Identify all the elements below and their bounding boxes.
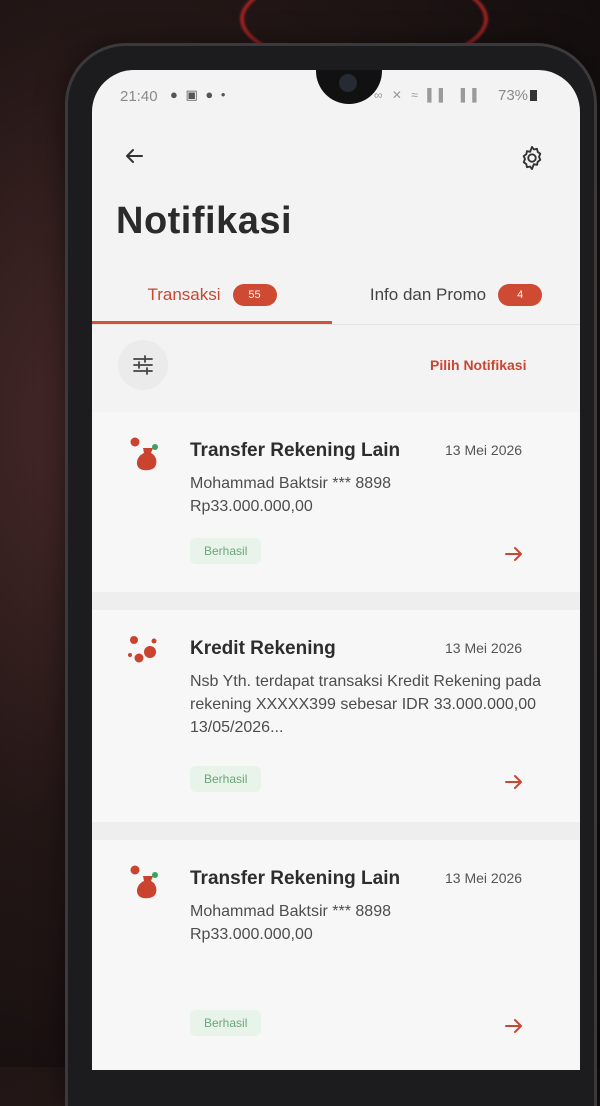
battery-percent: 73% bbox=[498, 87, 529, 104]
coins-icon bbox=[128, 636, 157, 663]
notification-date: 13 Mei 2026 bbox=[445, 442, 523, 458]
notification-title: Transfer Rekening Lain bbox=[190, 440, 401, 461]
notification-body: Mohammad Baktsir *** 8898 Rp33.000.000,0… bbox=[190, 475, 391, 515]
arrow-right-icon[interactable] bbox=[502, 1014, 526, 1038]
filter-button[interactable] bbox=[118, 340, 168, 390]
notification-card[interactable]: Transfer Rekening Lain 13 Mei 2026 Moham… bbox=[92, 412, 580, 592]
notification-title: Kredit Rekening bbox=[190, 638, 336, 659]
notification-date: 13 Mei 2026 bbox=[445, 640, 523, 656]
filter-sliders-icon bbox=[133, 355, 153, 375]
notification-card[interactable]: Kredit Rekening 13 Mei 2026 Nsb Yth. ter… bbox=[92, 610, 580, 822]
battery-icon bbox=[530, 90, 538, 101]
tab-label: Info dan Promo bbox=[369, 285, 487, 304]
notification-body: Mohammad Baktsir *** 8898 Rp33.000.000,0… bbox=[190, 903, 391, 943]
card-divider bbox=[92, 822, 580, 840]
money-bag-icon bbox=[130, 437, 158, 471]
notification-title: Transfer Rekening Lain bbox=[190, 868, 401, 889]
arrow-right-icon[interactable] bbox=[502, 770, 526, 794]
status-badge: Berhasil bbox=[190, 766, 262, 792]
page-title: Notifikasi bbox=[116, 200, 293, 242]
status-time: 21:40 bbox=[120, 88, 158, 105]
gear-icon[interactable] bbox=[518, 144, 546, 172]
notification-body: Nsb Yth. terdapat transaksi Kredit Reken… bbox=[190, 673, 542, 736]
select-notifications-link[interactable]: Pilih Notifikasi bbox=[430, 357, 526, 373]
status-badge: Berhasil bbox=[190, 538, 262, 564]
money-bag-icon bbox=[130, 865, 158, 899]
tab-transaksi[interactable]: Transaksi 55 bbox=[92, 268, 332, 324]
notification-date: 13 Mei 2026 bbox=[445, 870, 523, 886]
back-arrow-icon[interactable] bbox=[122, 144, 146, 168]
tab-info-dan-promo[interactable]: Info dan Promo 4 bbox=[332, 268, 580, 322]
notification-tabs: Transaksi 55 Info dan Promo 4 bbox=[92, 268, 580, 325]
battery-level: 73% bbox=[498, 87, 538, 104]
app-screen: 21:40 ● ▣ ● • ∞ ✕ ≈ ▌▌ ▐▐ 73% Notifikasi… bbox=[92, 70, 580, 1070]
connectivity-icons: ∞ ✕ ≈ ▌▌ ▐▐ bbox=[374, 88, 480, 102]
arrow-right-icon[interactable] bbox=[502, 542, 526, 566]
status-bar: 21:40 ● ▣ ● • ∞ ✕ ≈ ▌▌ ▐▐ 73% bbox=[92, 70, 580, 126]
card-divider bbox=[92, 592, 580, 610]
notification-card[interactable]: Transfer Rekening Lain 13 Mei 2026 Moham… bbox=[92, 840, 580, 1070]
status-badge: Berhasil bbox=[190, 1010, 262, 1036]
tab-label: Transaksi bbox=[147, 284, 221, 304]
count-badge: 55 bbox=[232, 283, 277, 306]
notification-icons: ● ▣ ● • bbox=[170, 87, 228, 102]
count-badge: 4 bbox=[498, 284, 543, 306]
